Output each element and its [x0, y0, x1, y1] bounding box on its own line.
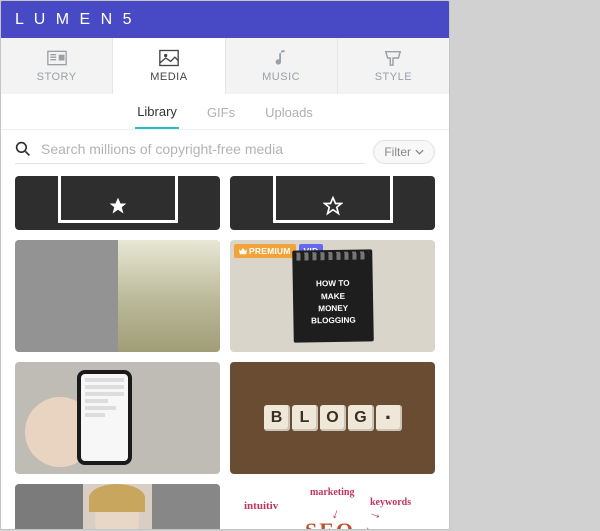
filter-label: Filter [384, 145, 411, 159]
seo-word: intuitiv [244, 500, 278, 512]
filter-button[interactable]: Filter [373, 140, 435, 164]
search-input[interactable] [41, 141, 365, 157]
app-window: L U M E N 5 STORY MEDIA MUSIC STYLE Libr… [0, 0, 450, 530]
tab-media-label: MEDIA [150, 71, 187, 83]
blog-tile: G [348, 405, 374, 431]
blog-tile: · [376, 405, 402, 431]
tab-media[interactable]: MEDIA [113, 38, 225, 94]
arrow-icon: ← [286, 522, 300, 529]
media-grid[interactable]: PREMIUM VID HOW TO MAKE MONEY BLOGGING [1, 176, 449, 529]
tab-style-label: STYLE [375, 71, 412, 83]
main-tabs: STORY MEDIA MUSIC STYLE [1, 38, 449, 94]
subtab-uploads[interactable]: Uploads [263, 96, 315, 128]
tab-story[interactable]: STORY [1, 38, 113, 94]
abstract-thumbnail [273, 183, 393, 223]
tab-story-label: STORY [37, 71, 77, 83]
blog-tile: B [264, 405, 290, 431]
brand-bar: L U M E N 5 [1, 1, 449, 38]
seo-word: keywords [370, 497, 411, 508]
thumbnail-region [15, 484, 83, 529]
search-row: Filter [1, 130, 449, 176]
tab-style[interactable]: STYLE [338, 38, 449, 94]
style-icon [383, 49, 403, 67]
premium-badge: PREMIUM [234, 244, 296, 258]
media-card[interactable]: PREMIUM VID HOW TO MAKE MONEY BLOGGING [230, 240, 435, 352]
subtab-gifs[interactable]: GIFs [205, 96, 237, 128]
music-icon [271, 49, 291, 67]
blog-tile: O [320, 405, 346, 431]
grid-row: intuitiv marketing keywords SEO html str… [15, 484, 435, 529]
blog-tile: L [292, 405, 318, 431]
notepad-thumbnail: HOW TO MAKE MONEY BLOGGING [292, 249, 374, 342]
media-card[interactable]: intuitiv marketing keywords SEO html str… [230, 484, 435, 529]
thumbnail-region [15, 240, 118, 352]
phone-thumbnail [15, 362, 220, 474]
seo-word: marketing [310, 487, 354, 498]
media-card[interactable]: B L O G · [230, 362, 435, 474]
abstract-thumbnail [58, 183, 178, 223]
subtab-library[interactable]: Library [135, 95, 179, 129]
media-card[interactable] [15, 240, 220, 352]
media-card[interactable] [15, 362, 220, 474]
brand-logo: L U M E N 5 [15, 11, 135, 29]
grid-row: B L O G · [15, 362, 435, 474]
tab-music[interactable]: MUSIC [226, 38, 338, 94]
search-icon [15, 141, 31, 157]
sub-tabs: Library GIFs Uploads [1, 94, 449, 130]
grid-row: PREMIUM VID HOW TO MAKE MONEY BLOGGING [15, 240, 435, 352]
story-icon [47, 49, 67, 67]
thumbnail-region [83, 484, 151, 529]
media-card[interactable] [230, 176, 435, 230]
arrow-icon: ← [358, 522, 372, 529]
tab-music-label: MUSIC [262, 71, 300, 83]
search-box[interactable] [15, 141, 365, 164]
grid-row [15, 176, 435, 230]
thumbnail-region [118, 240, 221, 352]
media-icon [159, 49, 179, 67]
thumbnail-region [152, 484, 220, 529]
media-card[interactable] [15, 176, 220, 230]
chevron-down-icon [415, 149, 424, 155]
media-card[interactable] [15, 484, 220, 529]
